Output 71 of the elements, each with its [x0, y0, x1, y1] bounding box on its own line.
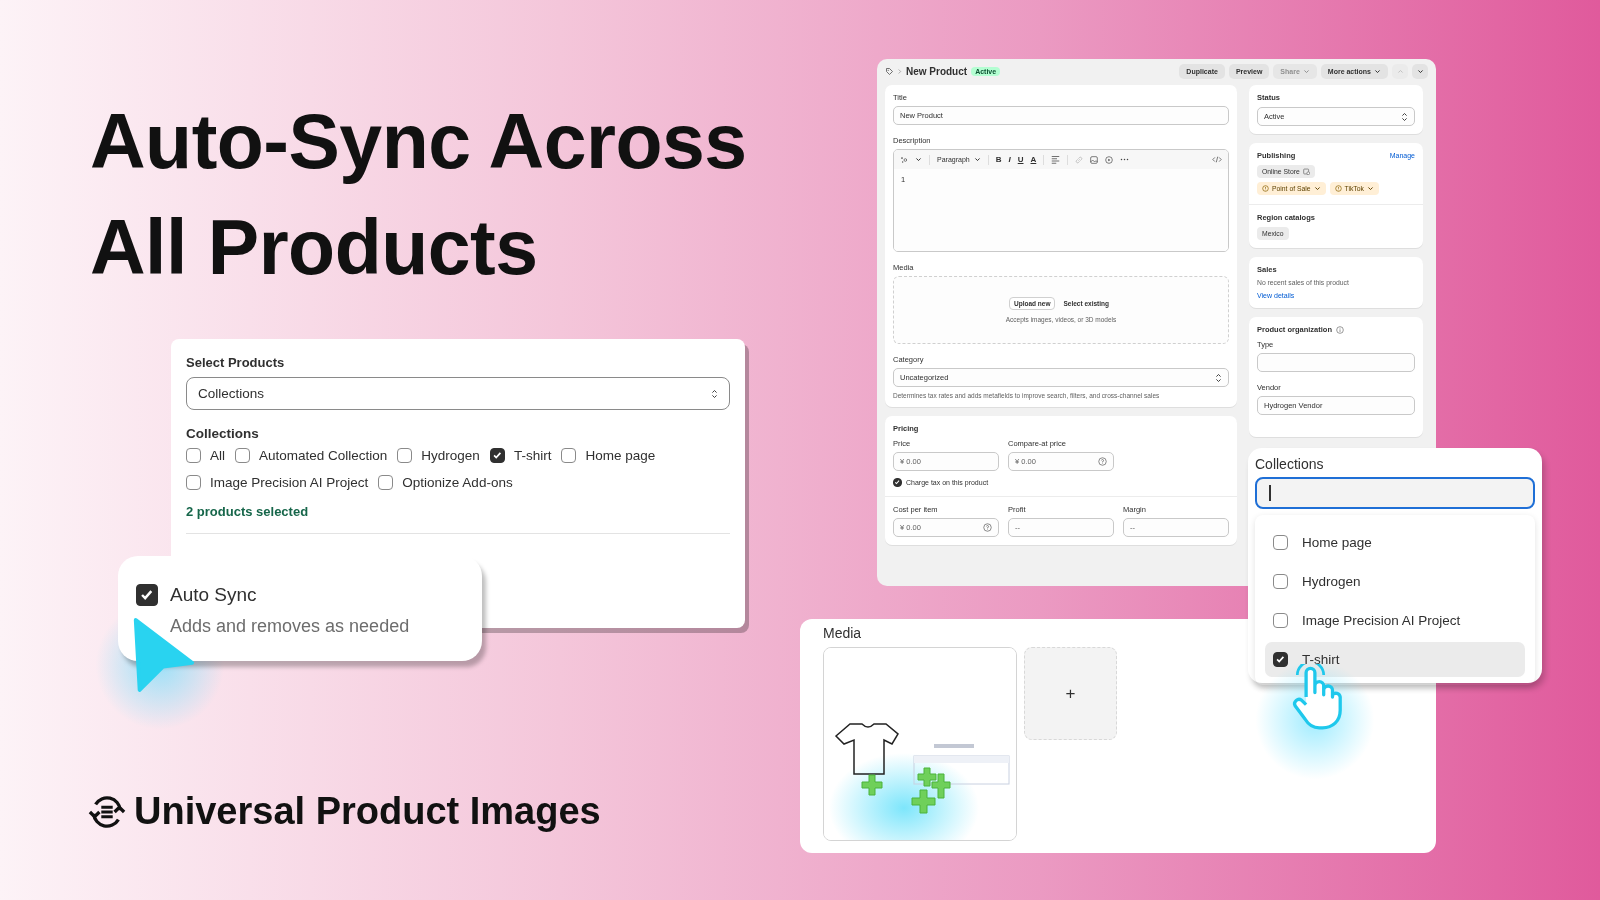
- collection-option[interactable]: Image Precision AI Project: [1265, 603, 1525, 638]
- option-label: T-shirt: [513, 448, 552, 463]
- auto-sync-label: Auto Sync: [170, 584, 257, 606]
- option-label: All: [210, 448, 225, 463]
- check-icon: [1275, 654, 1286, 665]
- checkbox[interactable]: [1273, 574, 1288, 589]
- option-label: Optionize Add-ons: [402, 475, 513, 490]
- checkbox[interactable]: [1273, 613, 1288, 628]
- chevron-down-icon: [1302, 67, 1310, 75]
- tag-icon: [885, 66, 894, 76]
- select-dropdown[interactable]: Collections: [186, 377, 730, 410]
- selection-summary: 2 products selected: [186, 504, 310, 519]
- play-icon: [1105, 155, 1114, 164]
- warning-icon: [1334, 185, 1342, 192]
- format-button[interactable]: A: [1030, 155, 1037, 164]
- chevron-down-icon: [915, 156, 922, 163]
- headline: All Products: [90, 203, 539, 292]
- checkbox[interactable]: [136, 584, 158, 606]
- checkbox[interactable]: [489, 448, 505, 463]
- panel-title: Select Products: [186, 355, 286, 370]
- chevron-down-icon: [1366, 185, 1374, 192]
- chevron-down-icon: [1416, 67, 1424, 75]
- collection-option[interactable]: Home page: [1265, 525, 1525, 560]
- collection-option[interactable]: Hydrogen: [1265, 564, 1525, 599]
- help-icon: [1098, 457, 1107, 466]
- checkbox[interactable]: [893, 478, 902, 487]
- help-icon: [983, 523, 992, 532]
- option-label: Hydrogen: [421, 448, 480, 463]
- warning-icon: [1262, 185, 1269, 192]
- check-icon: [139, 587, 155, 603]
- search-field[interactable]: [1255, 477, 1535, 509]
- check-icon: [894, 479, 901, 486]
- select-arrows-icon: [711, 388, 718, 399]
- format-button[interactable]: I: [1008, 155, 1011, 164]
- auto-sync-description: Adds and removes as needed: [170, 616, 411, 637]
- option-label: Home page: [585, 448, 656, 463]
- option-label: Automated Collection: [259, 448, 388, 463]
- format-button[interactable]: U: [1017, 155, 1024, 164]
- code-icon: [1212, 156, 1222, 163]
- sparkle-icon: [900, 155, 908, 164]
- checkbox[interactable]: [235, 448, 250, 463]
- align-icon: [1051, 155, 1061, 164]
- add-media-button[interactable]: +: [1024, 647, 1117, 740]
- checkbox[interactable]: [378, 475, 394, 490]
- info-icon: [1336, 325, 1344, 334]
- product-title: New Product: [906, 65, 968, 77]
- link-icon: [1075, 155, 1084, 164]
- group-label: Collections: [186, 426, 260, 441]
- chevron-up-icon: [1396, 67, 1404, 75]
- brand-name: Universal Product Images: [134, 790, 601, 833]
- checkbox[interactable]: [561, 448, 577, 463]
- checkbox[interactable]: [397, 448, 413, 463]
- check-icon: [492, 450, 503, 461]
- select-arrows-icon: [1215, 372, 1222, 383]
- card-title: Media: [823, 625, 863, 641]
- select-arrows-icon: [1401, 111, 1408, 122]
- calendar-icon: [1302, 168, 1310, 175]
- chevron-down-icon: [1374, 67, 1381, 75]
- type-field[interactable]: [1257, 353, 1415, 372]
- checkbox[interactable]: [186, 448, 201, 463]
- image-icon: [1090, 155, 1099, 164]
- checkbox[interactable]: [1273, 652, 1288, 667]
- headline: Auto-Sync Across: [90, 97, 747, 186]
- format-button[interactable]: B: [995, 155, 1002, 164]
- chevron-down-icon: [1313, 185, 1321, 192]
- collection-option[interactable]: T-shirt: [1265, 642, 1525, 677]
- checkbox[interactable]: [1273, 535, 1288, 550]
- dropdown-title: Collections: [1255, 456, 1325, 472]
- option-label: Image Precision AI Project: [210, 475, 369, 490]
- chevron-down-icon: [973, 156, 981, 163]
- checkbox[interactable]: [186, 475, 201, 490]
